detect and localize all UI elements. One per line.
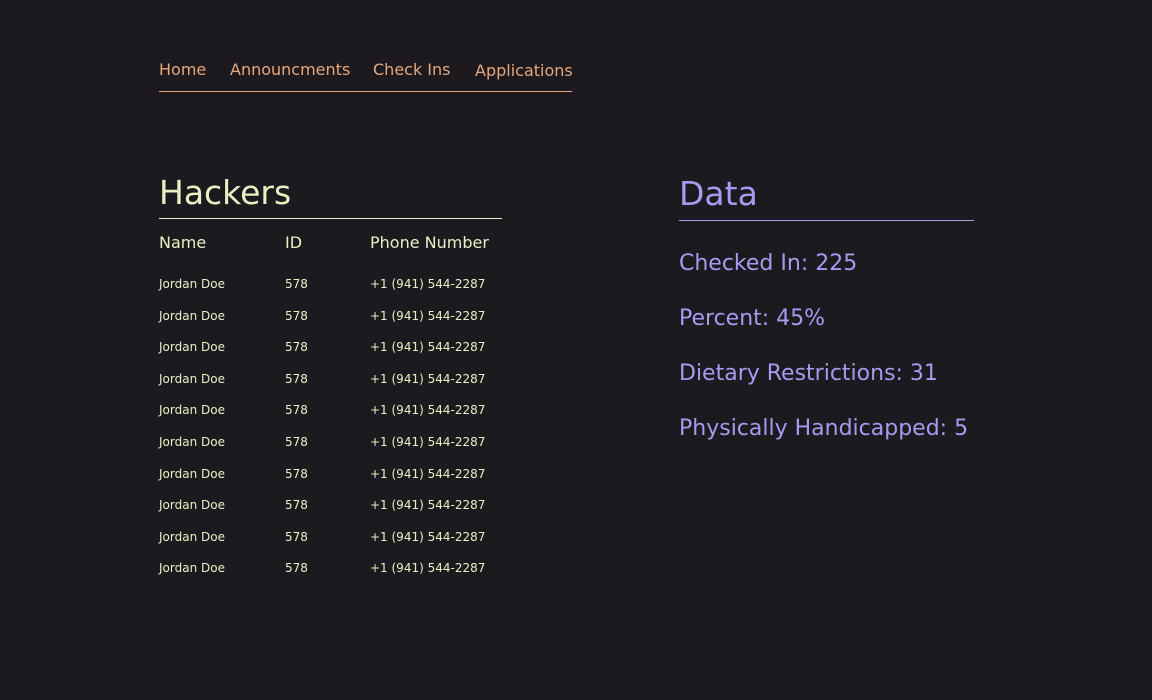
table-row: Jordan Doe 578 +1 (941) 544-2287 [159, 372, 502, 404]
hacker-phone: +1 (941) 544-2287 [370, 308, 486, 323]
hacker-name: Jordan Doe [159, 277, 225, 291]
stat-checked-in: Checked In: 225 [679, 251, 858, 276]
hacker-phone: +1 (941) 544-2287 [370, 340, 486, 355]
hackers-table-body: Jordan Doe 578 +1 (941) 544-2287 Jordan … [159, 277, 502, 593]
hacker-phone: +1 (941) 544-2287 [370, 466, 486, 481]
hacker-id: 578 [285, 277, 308, 291]
hacker-name: Jordan Doe [159, 340, 225, 355]
stat-physically-handicapped: Physically Handicapped: 5 [679, 416, 969, 441]
top-nav: Home Announcments Check Ins Applications [159, 56, 573, 92]
hacker-id: 578 [285, 466, 308, 481]
hacker-phone: +1 (941) 544-2287 [370, 498, 486, 513]
data-section: Data Checked In: 225 Percent: 45% Dietar… [679, 170, 974, 470]
hacker-name: Jordan Doe [159, 466, 225, 481]
table-row: Jordan Doe 578 +1 (941) 544-2287 [159, 403, 502, 435]
data-title: Data [679, 170, 974, 221]
hackers-table-header: Name ID Phone Number [159, 233, 502, 277]
hacker-name: Jordan Doe [159, 498, 225, 513]
table-row: Jordan Doe 578 +1 (941) 544-2287 [159, 498, 502, 530]
hacker-phone: +1 (941) 544-2287 [370, 277, 486, 291]
hacker-id: 578 [285, 529, 308, 544]
hacker-id: 578 [285, 371, 308, 386]
table-row: Jordan Doe 578 +1 (941) 544-2287 [159, 530, 502, 562]
hackers-section: Hackers Name ID Phone Number Jordan Doe … [159, 170, 502, 593]
hacker-id: 578 [285, 561, 308, 576]
hacker-phone: +1 (941) 544-2287 [370, 561, 486, 576]
stat-percent: Percent: 45% [679, 306, 826, 331]
stat-dietary-restrictions: Dietary Restrictions: 31 [679, 361, 938, 386]
hacker-id: 578 [285, 403, 308, 418]
hacker-id: 578 [285, 498, 308, 513]
hacker-id: 578 [285, 434, 308, 449]
hacker-phone: +1 (941) 544-2287 [370, 403, 486, 418]
nav-home-link[interactable]: Home [159, 60, 206, 79]
column-header-id: ID [285, 233, 303, 252]
hacker-phone: +1 (941) 544-2287 [370, 529, 486, 544]
hacker-id: 578 [285, 308, 308, 323]
table-row: Jordan Doe 578 +1 (941) 544-2287 [159, 561, 502, 593]
table-row: Jordan Doe 578 +1 (941) 544-2287 [159, 277, 502, 309]
column-header-name: Name [159, 233, 207, 252]
hacker-name: Jordan Doe [159, 371, 225, 386]
nav-announcements-link[interactable]: Announcments [230, 60, 350, 79]
table-row: Jordan Doe 578 +1 (941) 544-2287 [159, 467, 502, 499]
hacker-phone: +1 (941) 544-2287 [370, 371, 486, 386]
column-header-phone: Phone Number [370, 233, 489, 252]
hacker-name: Jordan Doe [159, 434, 225, 449]
table-row: Jordan Doe 578 +1 (941) 544-2287 [159, 309, 502, 341]
nav-applications-link[interactable]: Applications [475, 61, 573, 80]
hacker-id: 578 [285, 340, 308, 355]
table-row: Jordan Doe 578 +1 (941) 544-2287 [159, 435, 502, 467]
table-row: Jordan Doe 578 +1 (941) 544-2287 [159, 340, 502, 372]
hacker-name: Jordan Doe [159, 403, 225, 418]
hacker-name: Jordan Doe [159, 529, 225, 544]
hacker-name: Jordan Doe [159, 308, 225, 323]
nav-check-ins-link[interactable]: Check Ins [373, 60, 451, 79]
page: Home Announcments Check Ins Applications… [0, 0, 1152, 700]
hacker-phone: +1 (941) 544-2287 [370, 434, 486, 449]
hackers-title: Hackers [159, 170, 502, 219]
hacker-name: Jordan Doe [159, 561, 225, 576]
